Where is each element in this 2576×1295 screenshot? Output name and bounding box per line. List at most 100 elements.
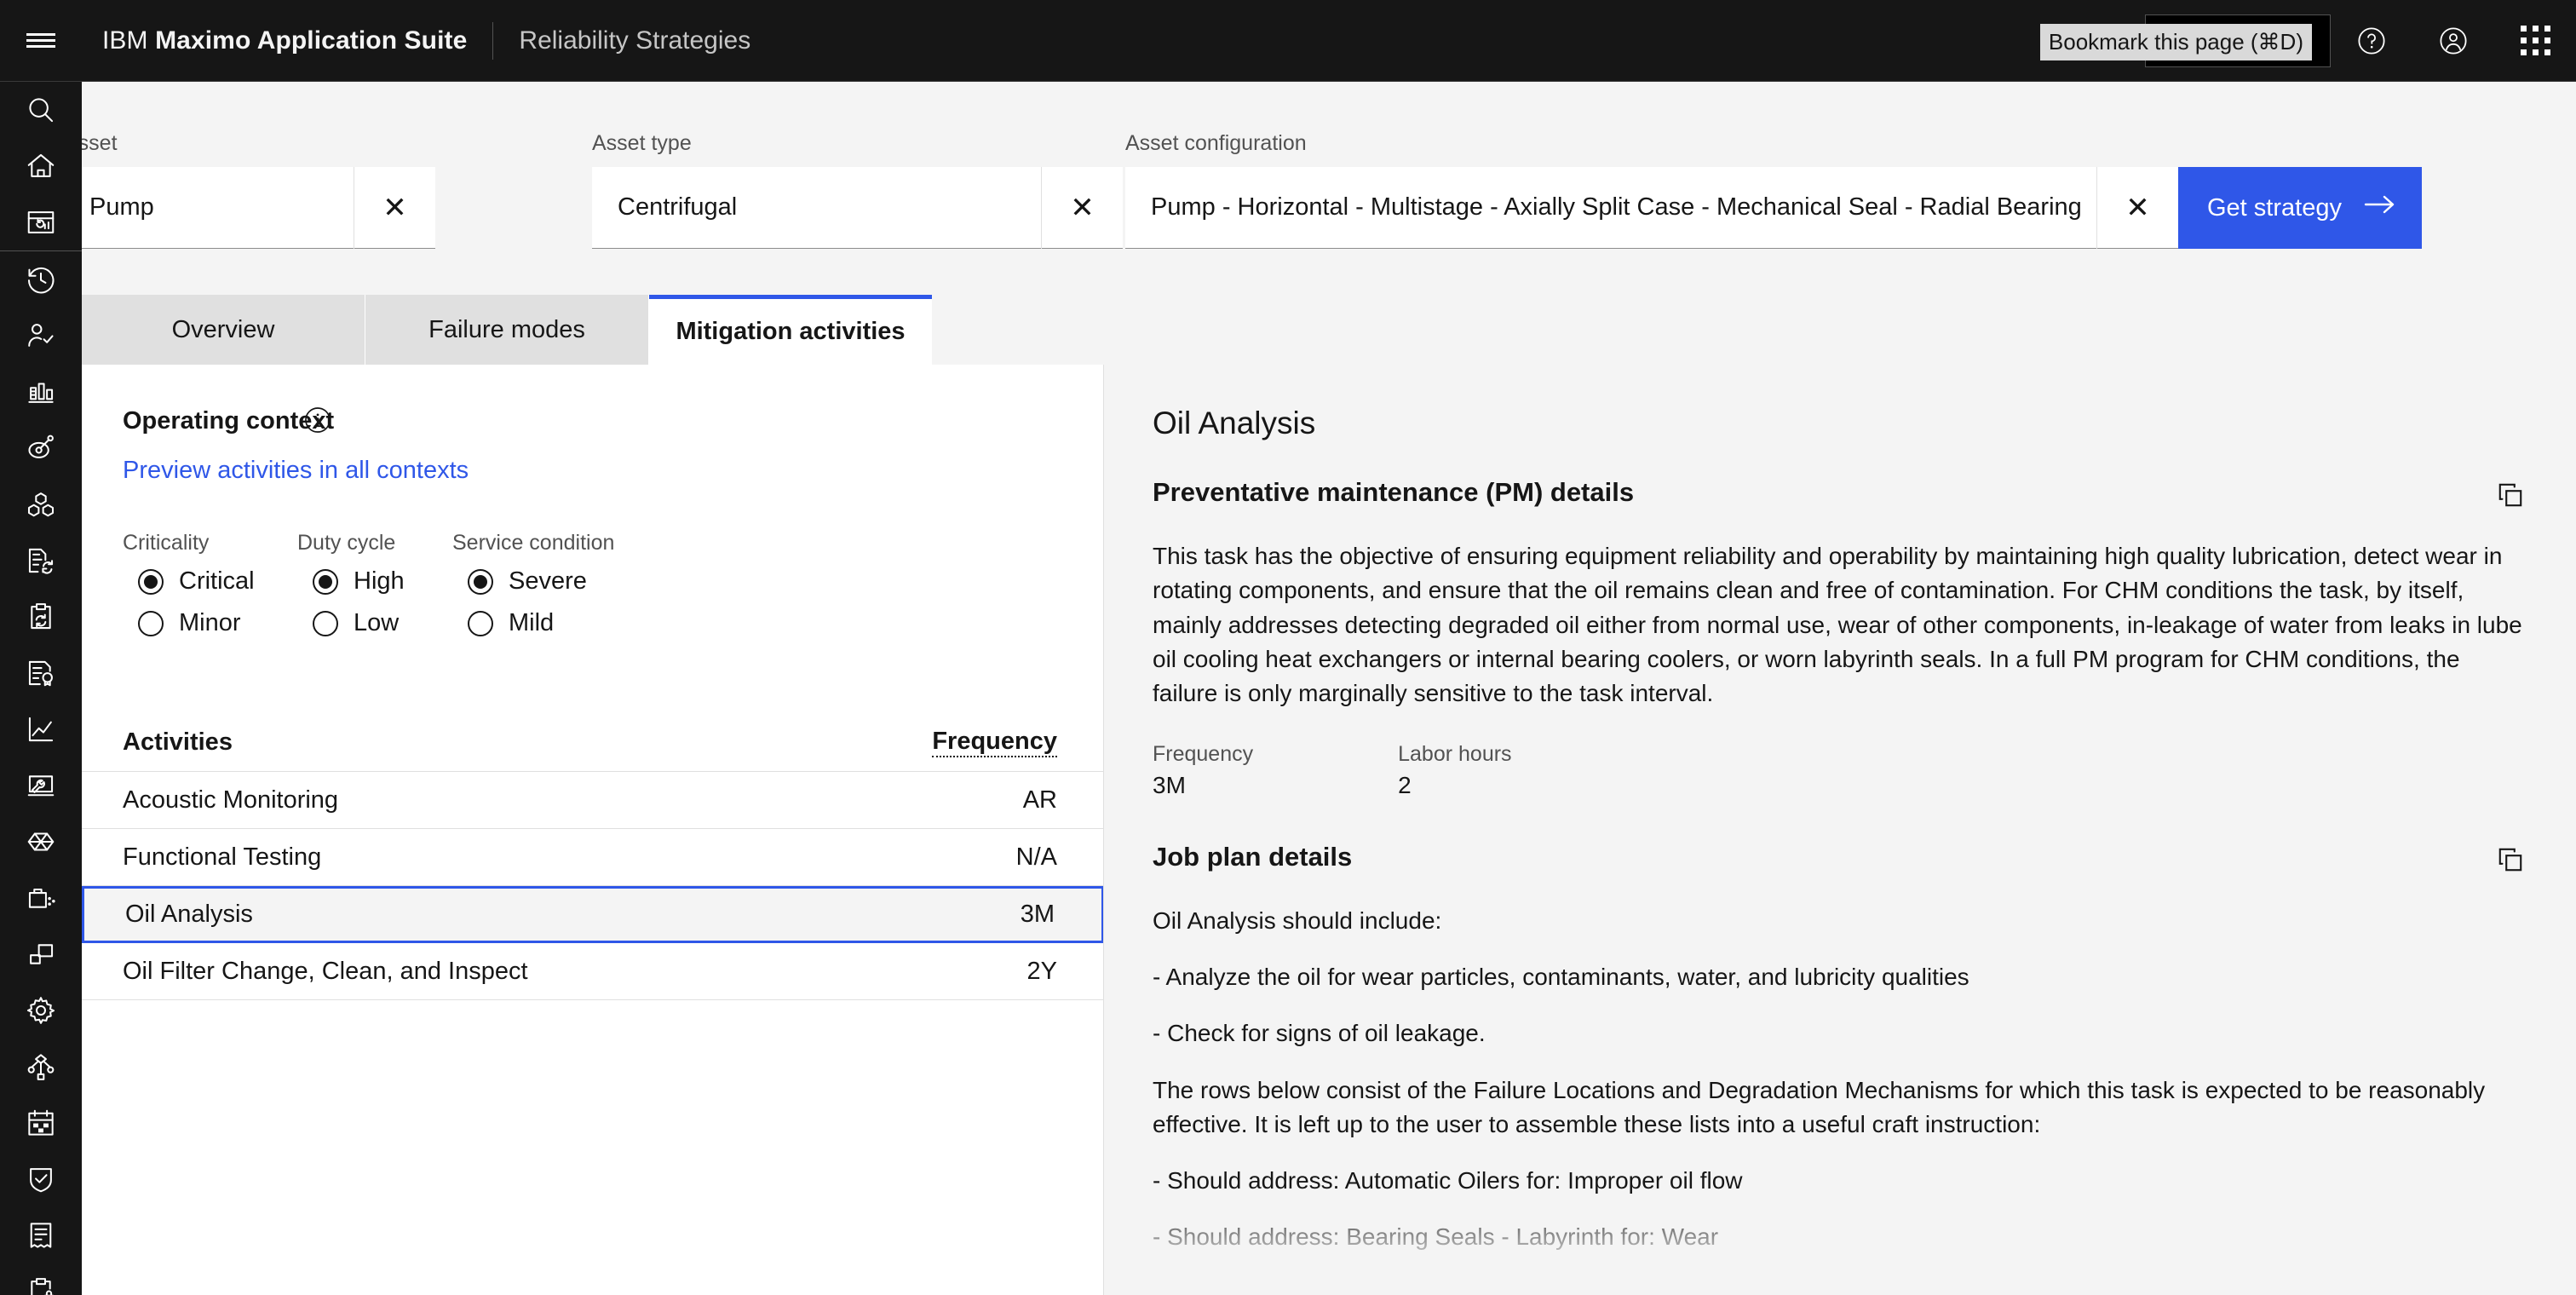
dashboard-icon[interactable] — [0, 194, 82, 250]
preview-activities-link[interactable]: Preview activities in all contexts — [123, 457, 469, 485]
meta-frequency: Frequency 3M — [1153, 742, 1253, 799]
tab-bar-filler — [932, 295, 2576, 365]
asset-type-field[interactable]: Centrifugal ✕ — [592, 166, 1123, 249]
app-name: Reliability Strategies — [519, 26, 751, 55]
copy-icon[interactable] — [2493, 477, 2528, 517]
activity-name: Oil Analysis — [125, 901, 253, 928]
asset-clear-icon[interactable]: ✕ — [354, 166, 435, 249]
certificate-icon[interactable] — [0, 645, 82, 701]
tab-overview[interactable]: Overview — [82, 295, 365, 365]
shapes-icon[interactable] — [0, 926, 82, 982]
get-strategy-button[interactable]: Get strategy — [2178, 167, 2422, 249]
meta-labor-hours: Labor hours 2 — [1398, 742, 1511, 799]
radio-mild-label: Mild — [509, 609, 555, 636]
user-check-icon[interactable] — [0, 308, 82, 364]
header-icon-group — [2331, 0, 2576, 82]
asset-configuration-input-value[interactable]: Pump - Horizontal - Multistage - Axially… — [1125, 193, 2082, 222]
radio-option-high[interactable]: High — [297, 567, 405, 596]
left-nav-rail — [0, 82, 82, 1295]
radio-high-label: High — [354, 567, 405, 595]
meta-frequency-label: Frequency — [1153, 741, 1254, 766]
meta-labor-hours-label: Labor hours — [1398, 741, 1512, 766]
search-icon[interactable] — [0, 82, 82, 138]
job-plan-line: - Should address: Automatic Oilers for: … — [1153, 1167, 1743, 1194]
job-plan-header: Job plan details — [1153, 842, 2528, 882]
history-icon[interactable] — [0, 251, 82, 308]
service-condition-group-label: Service condition — [452, 531, 615, 555]
operating-context-title: Operating context — [123, 407, 335, 435]
pm-meta-row: Frequency 3M Labor hours 2 — [1153, 742, 2528, 799]
radio-option-low[interactable]: Low — [297, 609, 405, 637]
copy-icon[interactable] — [2493, 842, 2528, 882]
header-divider — [492, 21, 494, 60]
activities-table-header: Activities Frequency — [82, 714, 1103, 772]
job-plan-line: The rows below consist of the Failure Lo… — [1153, 1076, 2486, 1137]
asset-configuration-clear-icon[interactable]: ✕ — [2096, 166, 2178, 249]
meter-icon[interactable] — [0, 420, 82, 476]
tab-failure-modes[interactable]: Failure modes — [365, 295, 649, 365]
flow-diagram-icon[interactable] — [0, 1039, 82, 1095]
detail-title: Oil Analysis — [1153, 406, 1316, 440]
asset-type-clear-icon[interactable]: ✕ — [1041, 166, 1123, 249]
radio-low-indicator — [313, 610, 338, 636]
calendar-icon[interactable] — [0, 1095, 82, 1151]
pm-details-title: Preventative maintenance (PM) details — [1153, 477, 1635, 507]
job-plan-line: - Analyze the oil for wear particles, co… — [1153, 963, 1969, 990]
column-header-frequency[interactable]: Frequency — [932, 728, 1057, 757]
radio-critical-indicator — [138, 568, 164, 595]
tool-screen-icon[interactable] — [0, 757, 82, 814]
radio-severe-label: Severe — [509, 567, 587, 595]
radio-option-minor[interactable]: Minor — [123, 609, 255, 637]
clipboard-lock-icon[interactable] — [0, 1263, 82, 1295]
hexagon-x-icon[interactable] — [0, 814, 82, 870]
job-plan-line: - Should address: Bearing Seals - Labyri… — [1153, 1223, 1719, 1251]
arrow-right-icon — [2364, 193, 2396, 223]
shield-check-icon[interactable] — [0, 1151, 82, 1207]
radio-option-critical[interactable]: Critical — [123, 567, 255, 596]
asset-type-input-value[interactable]: Centrifugal — [592, 193, 737, 222]
table-row[interactable]: Acoustic Monitoring AR — [82, 772, 1103, 829]
gear-icon[interactable] — [0, 982, 82, 1039]
radio-group-duty-cycle: Duty cycle High Low — [297, 531, 405, 651]
information-icon[interactable] — [303, 406, 332, 439]
brand-prefix: IBM — [102, 26, 156, 55]
app-switcher-icon[interactable] — [2494, 0, 2576, 82]
activity-name: Oil Filter Change, Clean, and Inspect — [123, 957, 528, 985]
activity-frequency: N/A — [1015, 843, 1057, 871]
job-plan-title: Job plan details — [1153, 841, 1353, 872]
job-plan-line: Oil Analysis should include: — [1153, 906, 1442, 934]
radio-mild-indicator — [468, 610, 493, 636]
radio-option-severe[interactable]: Severe — [452, 567, 614, 596]
inventory-cubes-icon[interactable] — [0, 476, 82, 532]
toolbox-icon[interactable] — [0, 870, 82, 926]
user-avatar-icon[interactable] — [2412, 0, 2494, 82]
radio-option-mild[interactable]: Mild — [452, 609, 614, 637]
line-chart-icon[interactable] — [0, 701, 82, 757]
job-plan-line: - Should address: Bearings - Antifrictio… — [1153, 1280, 1963, 1295]
asset-field[interactable]: Pump ✕ — [64, 166, 435, 249]
hamburger-menu-icon[interactable] — [0, 0, 82, 82]
asset-type-text-label: Asset type — [592, 131, 692, 155]
column-header-activities: Activities — [123, 728, 233, 756]
clipboard-sync-icon[interactable] — [0, 589, 82, 645]
chart-bar-icon[interactable] — [0, 364, 82, 420]
receipt-icon[interactable] — [0, 1207, 82, 1263]
home-icon[interactable] — [0, 138, 82, 194]
table-row[interactable]: Oil Analysis 3M — [82, 886, 1103, 943]
table-row[interactable]: Functional Testing N/A — [82, 829, 1103, 886]
asset-configuration-field[interactable]: Pump - Horizontal - Multistage - Axially… — [1125, 166, 2422, 249]
help-icon[interactable] — [2331, 0, 2412, 82]
activity-detail-panel: Oil Analysis Preventative maintenance (P… — [1105, 365, 2576, 1295]
table-row[interactable]: Oil Filter Change, Clean, and Inspect 2Y — [82, 943, 1103, 1000]
meta-labor-hours-value: 2 — [1398, 771, 1412, 798]
radio-critical-label: Critical — [179, 567, 255, 595]
bookmark-tooltip: Bookmark this page (⌘D) — [2039, 24, 2312, 60]
tab-mitigation-activities[interactable]: Mitigation activities — [649, 295, 932, 365]
app-header: IBM Maximo Application Suite Reliability… — [0, 0, 2576, 82]
criticality-group-label: Criticality — [123, 531, 210, 555]
document-sync-icon[interactable] — [0, 532, 82, 589]
filter-bar: Asset Asset Asset Asset Asset Asset Pump… — [64, 82, 2576, 295]
get-strategy-label: Get strategy — [2207, 193, 2342, 222]
duty-cycle-group-label: Duty cycle — [297, 531, 396, 555]
brand-title[interactable]: IBM Maximo Application Suite — [82, 26, 467, 55]
